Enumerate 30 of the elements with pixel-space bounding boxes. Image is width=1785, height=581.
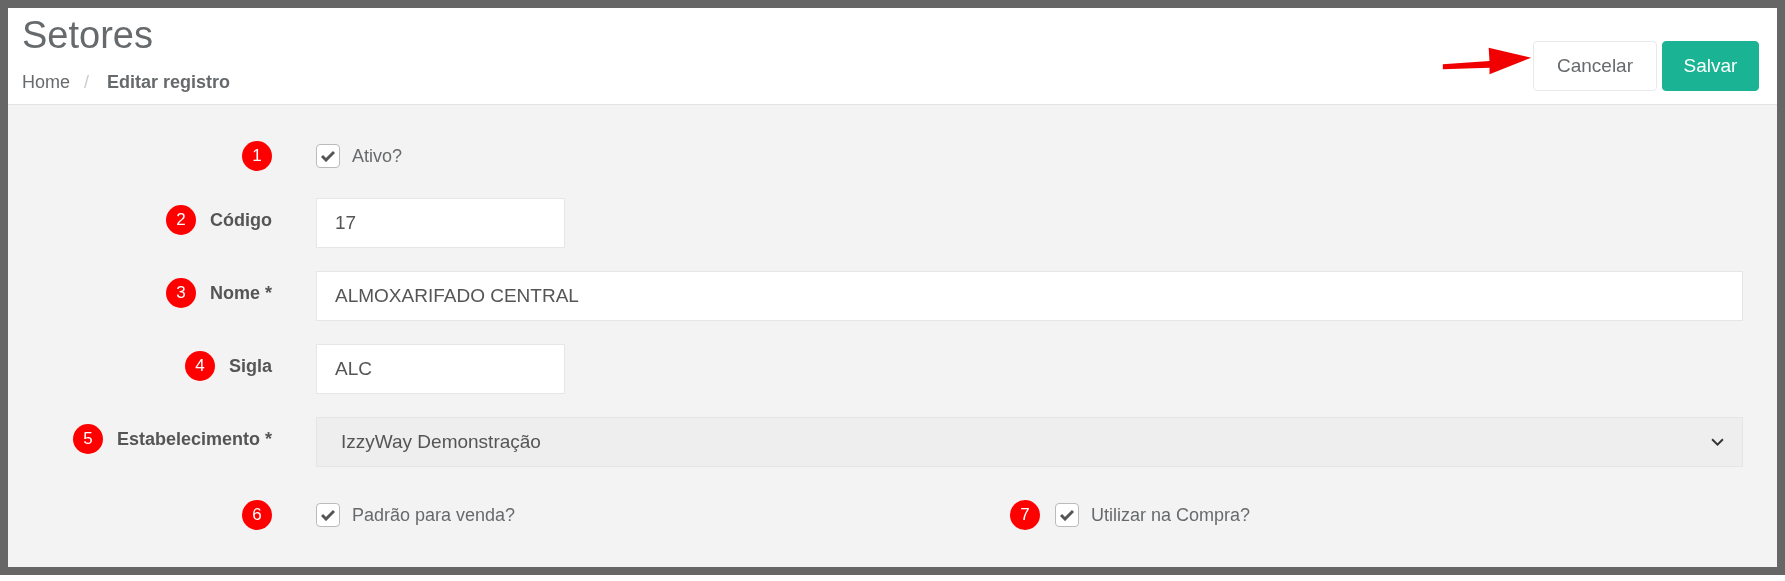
step-marker: 6 — [242, 500, 272, 530]
checkbox-label: Ativo? — [352, 145, 403, 167]
field-label: Nome * — [210, 282, 272, 304]
checkbox[interactable] — [316, 503, 340, 527]
breadcrumb-link[interactable]: Home — [22, 72, 70, 93]
current-page-label: Editar registro — [107, 72, 231, 93]
step-marker: 1 — [242, 141, 272, 171]
step-marker: 3 — [166, 278, 196, 308]
field-label: Estabelecimento * — [116, 428, 272, 450]
check-icon — [321, 509, 335, 521]
step-marker: 2 — [166, 205, 196, 235]
breadcrumb-separator: / — [84, 72, 90, 93]
step-marker: 7 — [1010, 500, 1040, 530]
field-label: Código — [210, 209, 272, 231]
field-label: Sigla — [229, 355, 272, 377]
step-marker: 5 — [72, 424, 103, 454]
input-field[interactable]: ALMOXARIFADO CENTRAL — [316, 271, 1743, 321]
step-marker: 4 — [185, 351, 215, 381]
checkbox-label: Utilizar na Compra? — [1091, 504, 1251, 526]
select-field[interactable]: IzzyWay Demonstração — [316, 417, 1743, 467]
checkbox[interactable] — [1055, 503, 1079, 527]
checkbox[interactable] — [316, 144, 340, 168]
check-icon — [321, 150, 335, 162]
check-icon — [1060, 509, 1074, 521]
page-title: Setores — [22, 13, 154, 58]
cancel-button[interactable]: Cancelar — [1533, 41, 1657, 91]
chevron-down-icon — [1711, 437, 1724, 447]
checkbox-label: Padrão para venda? — [352, 504, 516, 526]
input-field[interactable]: 17 — [316, 198, 565, 248]
input-field[interactable]: ALC — [316, 344, 565, 394]
